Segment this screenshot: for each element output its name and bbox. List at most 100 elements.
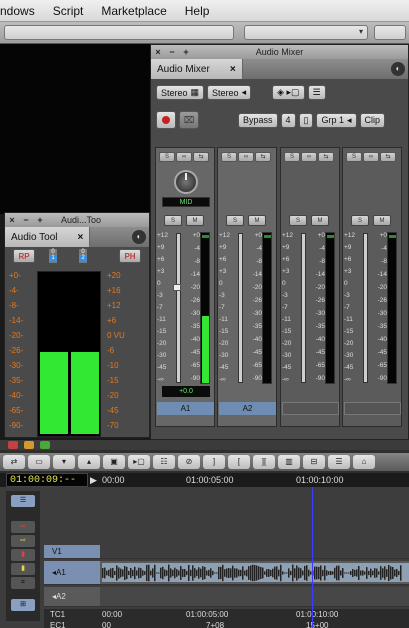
rp-button[interactable]: RP — [13, 249, 35, 263]
segment-icon[interactable]: ⊟ — [303, 455, 325, 469]
track-name-label[interactable] — [282, 402, 339, 415]
channel-1-indicator[interactable]: 01 — [49, 249, 57, 263]
track-menu-icon[interactable]: ☰ — [11, 495, 35, 507]
top-dropdown[interactable]: ▾ — [244, 25, 368, 40]
route-icon[interactable]: ⇆ — [380, 152, 396, 162]
menu-windows[interactable]: ndows — [0, 4, 35, 18]
link-icon-button[interactable]: ▯ — [298, 112, 314, 128]
track-header-a1[interactable]: ◂A1 — [44, 561, 100, 585]
track-header-a2[interactable]: ◂A2 — [44, 587, 100, 607]
pan-knob[interactable] — [174, 170, 198, 194]
top-field-left[interactable] — [4, 25, 234, 40]
mute-button[interactable]: M — [311, 215, 329, 226]
yellow-arrow-icon[interactable]: ⇨ — [11, 535, 35, 547]
group-button[interactable]: Grp 1 ◂ — [316, 112, 357, 128]
play-arrow-icon[interactable]: ▶ — [90, 475, 97, 486]
audio-clip[interactable] — [102, 563, 409, 582]
maximize-window-button[interactable] — [40, 441, 50, 449]
close-window-button[interactable]: × — [5, 215, 19, 225]
disable-icon[interactable]: ⊘ — [178, 455, 200, 469]
mixer-title-bar[interactable]: × − + Audio Mixer — [151, 45, 408, 59]
settings-lines-icon[interactable]: ☰ — [328, 455, 350, 469]
zoom-icon[interactable]: ⊞ — [11, 599, 35, 611]
solo-button[interactable]: S — [351, 215, 369, 226]
display-toggle-button[interactable]: ☰ — [307, 85, 326, 100]
channel-2-indicator[interactable]: 02 — [79, 249, 87, 263]
link-icon[interactable]: ∞ — [301, 152, 317, 162]
clear-marks-icon[interactable]: ][ — [253, 455, 275, 469]
close-window-button[interactable] — [8, 441, 18, 449]
tab-audio-tool[interactable]: Audio Tool × — [5, 227, 91, 247]
red-block-icon[interactable]: ▮ — [11, 549, 35, 561]
solo-icon[interactable]: S — [346, 152, 362, 162]
maximize-window-button[interactable]: + — [33, 215, 47, 225]
link-icon[interactable]: ∞ — [176, 152, 192, 162]
menu-marketplace[interactable]: Marketplace — [101, 4, 166, 18]
menu-help[interactable]: Help — [185, 4, 210, 18]
fader-track[interactable] — [238, 233, 243, 383]
extract-icon[interactable]: ▴ — [78, 455, 100, 469]
mark-out-icon[interactable]: ] — [203, 455, 225, 469]
mute-button[interactable]: M — [186, 215, 204, 226]
timecode-display[interactable]: 01:00:09:-- — [6, 473, 88, 487]
time-ruler[interactable]: 00:00 01:00:05:00 01:00:10:00 — [100, 473, 409, 487]
solo-button[interactable]: S — [164, 215, 182, 226]
tab-close-icon[interactable]: × — [230, 64, 236, 75]
mute-button[interactable]: M — [373, 215, 391, 226]
top-field-right[interactable] — [374, 25, 406, 40]
track-name-label[interactable] — [344, 402, 401, 415]
route-icon[interactable]: ⇆ — [193, 152, 209, 162]
minimize-window-button[interactable] — [24, 441, 34, 449]
track-header-v1[interactable]: V1 — [44, 545, 100, 559]
link-icon[interactable]: ∞ — [363, 152, 379, 162]
track-name-label[interactable]: A2 — [219, 402, 276, 415]
trim-icon[interactable]: ☷ — [153, 455, 175, 469]
audio-toggle-button[interactable]: ◈ ▸▢ — [272, 85, 305, 100]
link-icon[interactable]: ∞ — [238, 152, 254, 162]
panel-menu-icon[interactable]: ◐ — [132, 230, 146, 244]
panel-menu-icon[interactable]: ◐ — [391, 62, 405, 76]
tab-close-icon[interactable]: × — [78, 232, 84, 243]
menu-script[interactable]: Script — [53, 4, 84, 18]
solo-icon[interactable]: S — [221, 152, 237, 162]
fader-track[interactable] — [176, 233, 181, 383]
solo-icon[interactable]: S — [159, 152, 175, 162]
solo-button[interactable]: S — [289, 215, 307, 226]
fader-track[interactable] — [301, 233, 306, 383]
track-name-label[interactable]: A1 — [157, 402, 214, 415]
stereo-output-button[interactable]: Stereo ◂ — [207, 85, 252, 100]
solo-button[interactable]: S — [226, 215, 244, 226]
monitor-icon[interactable]: ▭ — [28, 455, 50, 469]
lift-icon[interactable]: ▾ — [53, 455, 75, 469]
record-button[interactable] — [156, 111, 176, 129]
trash-button[interactable]: ⌧ — [179, 111, 199, 129]
minimize-window-button[interactable]: − — [19, 215, 33, 225]
route-icon[interactable]: ⇆ — [318, 152, 334, 162]
clip-button[interactable]: Clip — [359, 112, 386, 128]
fader-track[interactable] — [363, 233, 368, 383]
tab-audio-mixer[interactable]: Audio Mixer × — [151, 59, 243, 79]
yellow-block-icon[interactable]: ▮ — [11, 563, 35, 575]
track-a2[interactable] — [100, 587, 409, 607]
bypass-number[interactable]: 4 — [280, 112, 296, 128]
track-v1[interactable] — [100, 545, 409, 559]
splice-icon[interactable]: ▸▢ — [128, 455, 150, 469]
solo-icon[interactable]: S — [284, 152, 300, 162]
match-frame-icon[interactable]: ▥ — [278, 455, 300, 469]
red-arrow-icon[interactable]: ⇨ — [11, 521, 35, 533]
playhead[interactable] — [312, 487, 313, 628]
mute-button[interactable]: M — [248, 215, 266, 226]
fader-cap[interactable] — [173, 284, 181, 291]
snap-icon[interactable]: ⌗ — [11, 577, 35, 589]
mark-in-icon[interactable]: [ — [228, 455, 250, 469]
overwrite-icon[interactable]: ▣ — [103, 455, 125, 469]
bypass-button[interactable]: Bypass — [238, 112, 278, 128]
ph-button[interactable]: PH — [119, 249, 141, 263]
route-icon[interactable]: ⇆ — [255, 152, 271, 162]
more-icon[interactable]: ⌂ — [353, 455, 375, 469]
stereo-mix-button[interactable]: Stereo ▦ — [156, 85, 205, 100]
track-a1[interactable] — [100, 561, 409, 585]
audio-tool-title-bar[interactable]: × − + Audi...Too — [5, 213, 149, 227]
fader-scale-tick: +12 — [157, 232, 169, 239]
sync-icon[interactable]: ⇄ — [3, 455, 25, 469]
